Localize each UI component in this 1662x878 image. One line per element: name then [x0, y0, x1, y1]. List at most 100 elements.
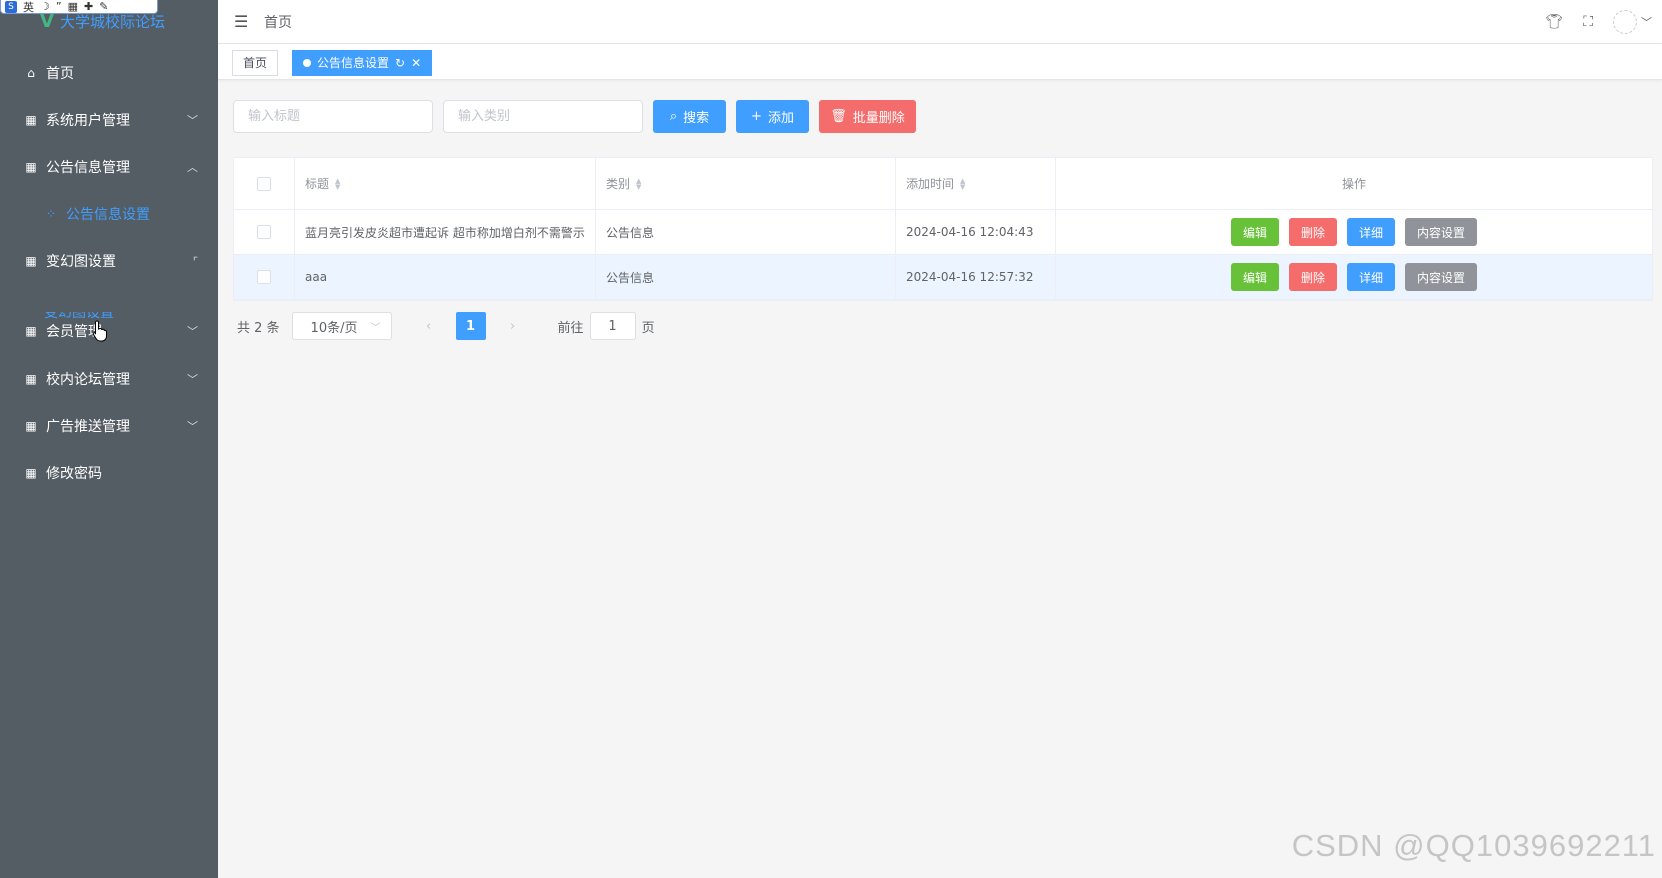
wrench-icon[interactable]: ✎	[99, 0, 108, 13]
cell-ops: 编辑 删除 详细 内容设置	[1056, 210, 1652, 254]
punctuation-icon[interactable]: ”	[56, 0, 62, 13]
cell-type: 公告信息	[596, 255, 896, 299]
header-actions: 👕︎ ⛶ ﹀	[1545, 0, 1652, 44]
content-settings-button[interactable]: 内容设置	[1405, 263, 1478, 291]
ime-logo-icon: S	[5, 0, 17, 13]
plus-icon: +	[751, 109, 762, 124]
row-select-cell	[234, 210, 295, 254]
sidebar-item-notice-management[interactable]: ▦ 公告信息管理 ︿	[0, 142, 218, 192]
chevron-down-icon: ﹀	[187, 325, 198, 338]
grid-icon: ▦	[25, 254, 37, 268]
title-search-input[interactable]	[233, 100, 433, 133]
header-ops: 操作	[1056, 158, 1652, 209]
tag-home[interactable]: 首页	[232, 50, 279, 76]
breadcrumb[interactable]: 首页	[264, 12, 292, 32]
header-title-label: 标题	[305, 177, 330, 191]
page-size-value: 10条/页	[310, 320, 358, 336]
apps-icon: ⁘	[45, 207, 57, 221]
avatar[interactable]	[1613, 10, 1637, 34]
keyboard-icon[interactable]: ▦	[68, 0, 78, 13]
sidebar-item-system-users[interactable]: ▦ 系统用户管理 ﹀	[0, 95, 218, 145]
type-search-input[interactable]	[443, 100, 643, 133]
close-icon[interactable]: ✕	[411, 51, 421, 75]
cell-title: 蓝月亮引发皮炎超市遭起诉 超市称加增白剂不需警示	[295, 210, 596, 254]
select-all-checkbox[interactable]	[257, 176, 271, 191]
sort-icon[interactable]: ▲ ▼	[960, 177, 965, 190]
cell-type: 公告信息	[596, 210, 896, 254]
tag-label: 公告信息设置	[317, 56, 390, 70]
chevron-up-icon: ︿	[187, 161, 198, 174]
header-time-label: 添加时间	[906, 177, 955, 191]
batch-delete-button[interactable]: 🗑︎ 批量删除	[819, 100, 916, 133]
top-header: ☰ 首页 👕︎ ⛶ ﹀	[218, 0, 1662, 44]
search-icon: ⌕	[669, 109, 678, 124]
chevron-down-icon: ﹀	[187, 373, 198, 386]
grid-icon: ▦	[25, 466, 37, 480]
search-button[interactable]: ⌕ 搜索	[653, 100, 726, 133]
sidebar-item-forum[interactable]: ▦ 校内论坛管理 ﹀	[0, 354, 218, 404]
edit-button[interactable]: 编辑	[1230, 263, 1279, 291]
sidebar-item-label: 系统用户管理	[46, 113, 130, 129]
content-settings-button[interactable]: 内容设置	[1405, 218, 1478, 246]
goto-page-input[interactable]	[589, 312, 636, 340]
user-dropdown[interactable]: ﹀	[1613, 10, 1652, 34]
header-type[interactable]: 类别 ▲ ▼	[596, 158, 896, 209]
page-number-current[interactable]: 1	[455, 312, 486, 340]
detail-button[interactable]: 详细	[1347, 263, 1396, 291]
grid-icon: ▦	[25, 372, 37, 386]
grid-icon: ▦	[25, 419, 37, 433]
row-checkbox[interactable]	[257, 270, 271, 284]
delete-button[interactable]: 删除	[1288, 263, 1337, 291]
table-row: 蓝月亮引发皮炎超市遭起诉 超市称加增白剂不需警示 公告信息 2024-04-16…	[234, 210, 1652, 255]
detail-button[interactable]: 详细	[1347, 218, 1396, 246]
sidebar: S 英 ☽ ” ▦ ✚ ✎ V 大学城校际论坛 ⌂ 首页 ▦ 系统用户管理 ﹀ …	[0, 0, 218, 878]
grid-icon: ▦	[25, 160, 37, 174]
fullscreen-icon[interactable]: ⛶	[1583, 14, 1593, 30]
header-type-label: 类别	[606, 177, 631, 191]
table-row: aaa 公告信息 2024-04-16 12:57:32 编辑 删除 详细 内容…	[234, 255, 1652, 300]
sidebar-item-label: 广告推送管理	[46, 419, 130, 435]
sidebar-item-label: 校内论坛管理	[46, 372, 130, 388]
sort-icon[interactable]: ▲ ▼	[636, 177, 641, 190]
sidebar-item-change-password[interactable]: ▦ 修改密码	[0, 448, 218, 498]
chevron-down-icon: ﹀	[1641, 16, 1652, 29]
theme-shirt-icon[interactable]: 👕︎	[1545, 14, 1563, 30]
delete-button[interactable]: 删除	[1288, 218, 1337, 246]
header-time[interactable]: 添加时间 ▲ ▼	[896, 158, 1056, 209]
ime-toolbar[interactable]: S 英 ☽ ” ▦ ✚ ✎	[0, 0, 158, 14]
sidebar-item-carousel-settings[interactable]: ▦ 变幻图设置 ⌜	[0, 236, 218, 286]
search-button-label: 搜索	[683, 111, 710, 126]
page-size-select[interactable]: 10条/页 ﹀	[291, 312, 392, 340]
moon-icon[interactable]: ☽	[40, 0, 50, 13]
menu-toggle-icon[interactable]: ☰	[234, 12, 250, 31]
ime-lang-label[interactable]: 英	[23, 0, 34, 14]
tags-view: 首页 公告信息设置 ↻ ✕	[218, 44, 1662, 80]
chevron-down-icon: ﹀	[187, 114, 198, 127]
pagination-total: 共 2 条	[237, 320, 280, 336]
sidebar-item-notice-settings[interactable]: ⁘ 公告信息设置	[0, 189, 218, 239]
sidebar-item-label: 修改密码	[46, 466, 102, 482]
sidebar-item-home[interactable]: ⌂ 首页	[0, 48, 218, 98]
refresh-icon[interactable]: ↻	[395, 51, 405, 75]
sort-icon[interactable]: ▲ ▼	[335, 177, 340, 190]
chevron-collapsing-icon: ⌜	[192, 254, 198, 268]
header-title[interactable]: 标题 ▲ ▼	[295, 158, 596, 209]
sidebar-item-label: 变幻图设置	[44, 312, 114, 320]
add-button[interactable]: + 添加	[736, 100, 809, 133]
tag-notice-settings[interactable]: 公告信息设置 ↻ ✕	[292, 50, 433, 76]
active-dot-icon	[303, 59, 311, 67]
sidebar-item-carousel-sub-partial[interactable]: 变幻图设置	[44, 312, 144, 320]
chevron-down-icon: ﹀	[370, 322, 381, 334]
row-select-cell	[234, 255, 295, 299]
hand-cursor-icon	[92, 320, 107, 342]
next-page-icon[interactable]: ›	[498, 319, 528, 334]
add-button-label: 添加	[767, 111, 794, 126]
row-checkbox[interactable]	[257, 225, 271, 239]
edit-button[interactable]: 编辑	[1230, 218, 1279, 246]
sidebar-item-ads[interactable]: ▦ 广告推送管理 ﹀	[0, 401, 218, 451]
batch-delete-button-label: 批量删除	[852, 111, 905, 126]
header-select-cell	[234, 158, 295, 209]
prev-page-icon[interactable]: ‹	[414, 319, 444, 334]
tools-icon[interactable]: ✚	[84, 0, 93, 13]
grid-icon: ▦	[25, 113, 37, 127]
